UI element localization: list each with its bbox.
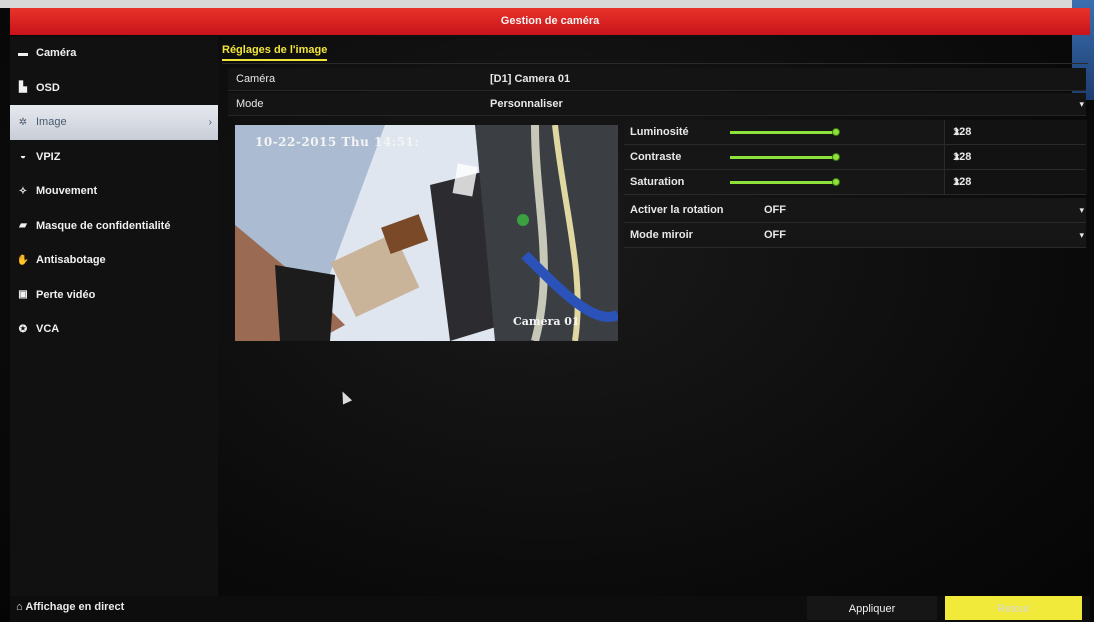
contrast-row: Contraste 128 ⬍ (624, 145, 1087, 170)
apply-button[interactable]: Appliquer (807, 596, 937, 620)
mirror-row[interactable]: Mode miroir OFF ▾ (624, 223, 1086, 248)
chevron-right-icon: › (208, 116, 212, 128)
top-bezel (0, 0, 1094, 8)
saturation-slider[interactable] (730, 181, 834, 184)
sidebar-item-label: Antisabotage (36, 254, 106, 267)
sidebar-item-label: VPIZ (36, 150, 61, 163)
sidebar-item-video-loss[interactable]: ▣ Perte vidéo (10, 278, 218, 313)
stepper-icon[interactable]: ⬍ (953, 145, 1083, 169)
sidebar-item-label: OSD (36, 81, 60, 94)
saturation-row: Saturation 128 ⬍ (624, 170, 1087, 195)
contrast-slider-handle[interactable] (832, 153, 840, 161)
preview-scene (235, 125, 618, 341)
contrast-stepper[interactable]: 128 ⬍ (944, 145, 1087, 169)
camera-select-row[interactable]: Caméra [D1] Camera 01 (228, 68, 1086, 91)
chevron-down-icon[interactable]: ▾ (1079, 223, 1084, 247)
camera-select[interactable]: [D1] Camera 01 (490, 68, 570, 90)
home-icon: ⌂ (16, 601, 23, 613)
sidebar-item-label: Image (36, 116, 67, 129)
brightness-slider[interactable] (730, 131, 834, 134)
sidebar-item-vca[interactable]: ✪ VCA (10, 312, 218, 347)
saturation-slider-handle[interactable] (832, 178, 840, 186)
chevron-down-icon[interactable]: ▾ (1079, 198, 1084, 222)
mode-select-row[interactable]: Mode Personnaliser ▾ (228, 93, 1086, 116)
rotation-row[interactable]: Activer la rotation OFF ▾ (624, 198, 1086, 223)
brightness-stepper[interactable]: 128 ⬍ (944, 120, 1087, 144)
camera-label: Caméra (236, 73, 276, 85)
sidebar-item-label: Perte vidéo (36, 288, 96, 301)
sidebar-item-ptz[interactable]: ◒ VPIZ (10, 140, 218, 175)
sidebar-item-label: Masque de confidentialité (36, 219, 171, 232)
tamper-icon: ✋ (16, 254, 30, 266)
mirror-label: Mode miroir (630, 229, 693, 241)
osd-icon: ▙ (19, 82, 27, 94)
brightness-row: Luminosité 128 ⬍ (624, 120, 1087, 145)
motion-icon: ✧ (18, 185, 28, 197)
osd-camera-name: Camera 01 (513, 315, 580, 328)
sidebar-item-label: VCA (36, 323, 60, 336)
privacy-mask-icon: ▰ (19, 220, 27, 232)
sidebar-item-privacy-mask[interactable]: ▰ Masque de confidentialité (10, 209, 218, 244)
sidebar-item-label: Caméra (36, 47, 77, 60)
sidebar: ▬ Caméra ▙ OSD ✲ Image › ◒ VPIZ ✧ Mouvem… (10, 36, 218, 596)
vca-icon: ✪ (18, 323, 28, 335)
rotation-select[interactable]: OFF (764, 198, 786, 222)
video-loss-icon: ▣ (18, 289, 28, 301)
image-icon: ✲ (18, 116, 28, 128)
tab-image-settings[interactable]: Réglages de l'image (222, 44, 328, 61)
brightness-label: Luminosité (630, 126, 689, 138)
contrast-slider[interactable] (730, 156, 834, 159)
live-view-label: Affichage en direct (25, 601, 125, 613)
rotation-label: Activer la rotation (630, 204, 724, 216)
sidebar-item-label: Mouvement (36, 185, 98, 198)
camera-icon: ▬ (18, 47, 28, 59)
osd-datetime: 10-22-2015 Thu 14:51: (255, 135, 420, 149)
stepper-icon[interactable]: ⬍ (953, 120, 1083, 144)
back-button[interactable]: Retour (945, 596, 1082, 620)
mirror-select[interactable]: OFF (764, 223, 786, 247)
brightness-slider-handle[interactable] (832, 128, 840, 136)
live-view-link[interactable]: ⌂ Affichage en direct (16, 596, 124, 618)
saturation-label: Saturation (630, 176, 685, 188)
chevron-down-icon[interactable]: ▾ (1079, 93, 1084, 115)
mode-label: Mode (236, 98, 264, 110)
saturation-stepper[interactable]: 128 ⬍ (944, 170, 1087, 194)
sidebar-item-image[interactable]: ✲ Image › (10, 105, 218, 140)
footer-bar: ⌂ Affichage en direct Appliquer Retour (10, 596, 1090, 622)
window-title: Gestion de caméra (10, 8, 1090, 35)
sidebar-item-motion[interactable]: ✧ Mouvement (10, 174, 218, 209)
stepper-icon[interactable]: ⬍ (953, 170, 1083, 194)
sidebar-item-tamper[interactable]: ✋ Antisabotage (10, 243, 218, 278)
ptz-icon: ◒ (19, 151, 27, 163)
contrast-label: Contraste (630, 151, 682, 163)
sidebar-item-osd[interactable]: ▙ OSD (10, 71, 218, 106)
sidebar-item-camera[interactable]: ▬ Caméra (10, 36, 218, 71)
divider (222, 63, 1088, 64)
camera-preview: 10-22-2015 Thu 14:51: Camera 01 (235, 125, 618, 341)
mode-select[interactable]: Personnaliser (490, 93, 563, 115)
